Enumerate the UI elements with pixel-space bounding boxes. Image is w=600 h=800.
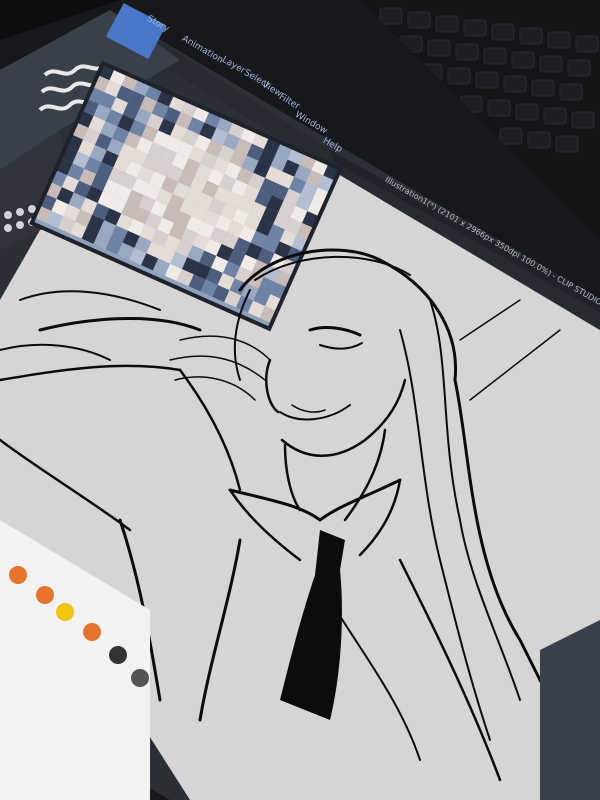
- layer-panel[interactable]: [540, 620, 600, 800]
